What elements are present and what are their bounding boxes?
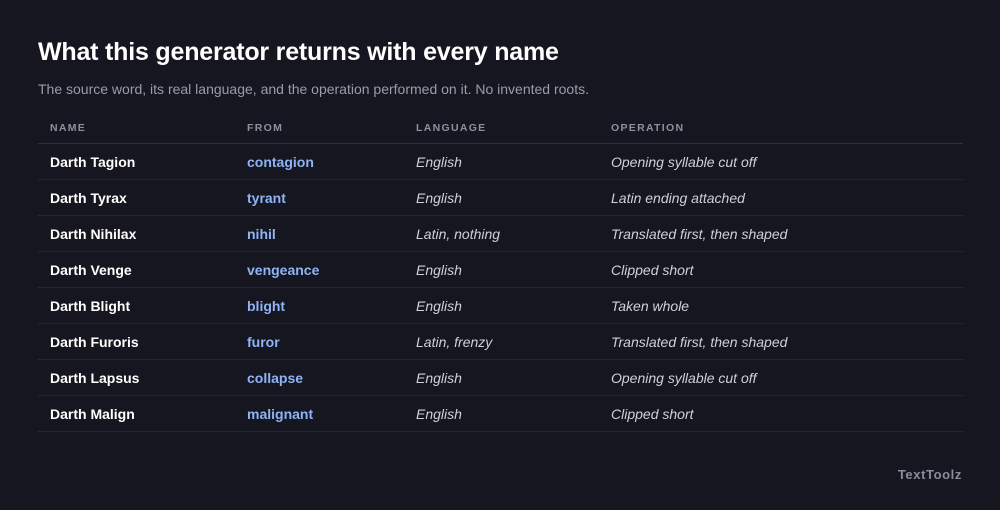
cell-from: tyrant — [235, 179, 404, 216]
column-header-name: NAME — [38, 112, 235, 144]
cell-name: Darth Blight — [38, 287, 235, 324]
column-header-operation: OPERATION — [599, 112, 963, 144]
cell-from: collapse — [235, 359, 404, 396]
cell-name: Darth Furoris — [38, 323, 235, 360]
column-header-language: LANGUAGE — [404, 112, 599, 144]
cell-operation: Translated first, then shaped — [599, 323, 963, 360]
cell-operation: Translated first, then shaped — [599, 215, 963, 252]
cell-from: furor — [235, 323, 404, 360]
cell-from: vengeance — [235, 251, 404, 288]
cell-operation: Opening syllable cut off — [599, 359, 963, 396]
cell-language: Latin, frenzy — [404, 323, 599, 360]
cell-from: blight — [235, 287, 404, 324]
table-row: Darth Blight blight English Taken whole — [38, 287, 963, 324]
cell-operation: Opening syllable cut off — [599, 143, 963, 180]
table-header-row: NAME FROM LANGUAGE OPERATION — [38, 112, 963, 144]
table-row: Darth Malign malignant English Clipped s… — [38, 395, 963, 432]
cell-operation: Clipped short — [599, 395, 963, 432]
cell-language: English — [404, 251, 599, 288]
brand-wordmark: TextToolz — [897, 467, 962, 482]
cell-name: Darth Lapsus — [38, 359, 235, 396]
table-row: Darth Tyrax tyrant English Latin ending … — [38, 179, 963, 216]
cell-language: English — [404, 287, 599, 324]
column-header-from: FROM — [235, 112, 404, 144]
cell-name: Darth Tagion — [38, 143, 235, 180]
cell-name: Darth Venge — [38, 251, 235, 288]
table-row: Darth Nihilax nihil Latin, nothing Trans… — [38, 215, 963, 252]
page-title: What this generator returns with every n… — [38, 38, 559, 66]
table-row: Darth Venge vengeance English Clipped sh… — [38, 251, 963, 288]
table-row: Darth Lapsus collapse English Opening sy… — [38, 359, 963, 396]
cell-name: Darth Nihilax — [38, 215, 235, 252]
page: What this generator returns with every n… — [38, 0, 963, 510]
cell-operation: Taken whole — [599, 287, 963, 324]
cell-name: Darth Tyrax — [38, 179, 235, 216]
cell-from: malignant — [235, 395, 404, 432]
cell-name: Darth Malign — [38, 395, 235, 432]
cell-language: English — [404, 179, 599, 216]
cell-language: English — [404, 143, 599, 180]
table-row: Darth Tagion contagion English Opening s… — [38, 143, 963, 180]
cell-from: contagion — [235, 143, 404, 180]
cell-language: English — [404, 395, 599, 432]
name-sources-table: NAME FROM LANGUAGE OPERATION Darth Tagio… — [38, 112, 963, 432]
page-subtitle: The source word, its real language, and … — [38, 81, 589, 97]
cell-language: Latin, nothing — [404, 215, 599, 252]
cell-operation: Latin ending attached — [599, 179, 963, 216]
cell-language: English — [404, 359, 599, 396]
table-row: Darth Furoris furor Latin, frenzy Transl… — [38, 323, 963, 360]
cell-from: nihil — [235, 215, 404, 252]
cell-operation: Clipped short — [599, 251, 963, 288]
